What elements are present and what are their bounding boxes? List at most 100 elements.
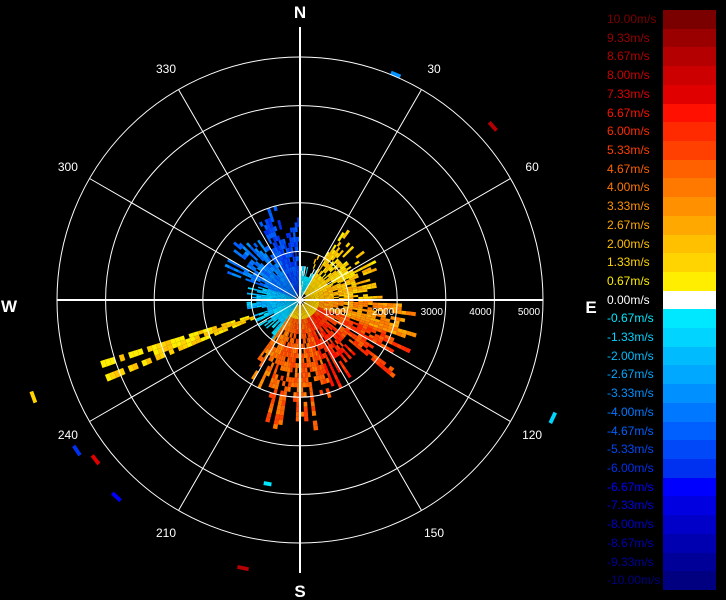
radar-gate	[90, 454, 101, 466]
radar-gate	[401, 310, 407, 315]
radar-gate	[362, 304, 368, 308]
colorbar-swatch	[663, 533, 716, 554]
colorbar-swatch	[663, 440, 716, 460]
radar-gate	[377, 295, 383, 299]
radar-gate	[405, 311, 412, 316]
radar-gate	[226, 270, 233, 276]
radar-gate	[273, 368, 278, 374]
radar-gate	[362, 294, 368, 297]
polar-grid: 1000 2000 3000 4000 5000	[56, 27, 544, 573]
colorbar-label: 6.67m/s	[607, 105, 650, 120]
colorbar-swatch	[663, 122, 716, 142]
radar-gate	[353, 294, 359, 298]
colorbar-swatch	[663, 253, 716, 273]
radar-gate	[294, 246, 297, 252]
colorbar-label: -8.00m/s	[607, 517, 654, 532]
azimuth-spoke	[178, 89, 301, 301]
colorbar-swatch	[663, 28, 716, 48]
radar-gate	[290, 382, 295, 388]
colorbar-label: 1.33m/s	[607, 255, 650, 270]
colorbar-swatch	[663, 215, 716, 235]
colorbar-swatch	[663, 197, 716, 217]
radar-gate	[294, 367, 298, 373]
radar-gate	[305, 382, 310, 388]
radar-gate	[372, 295, 378, 299]
compass-south: S	[294, 582, 305, 600]
colorbar-label: 5.33m/s	[607, 142, 650, 157]
radar-gate	[273, 418, 279, 425]
radar-gate	[303, 343, 306, 349]
colorbar-label: 2.67m/s	[607, 217, 650, 232]
radar-gate	[371, 267, 378, 273]
radar-gate	[291, 377, 295, 383]
radar-gate	[302, 363, 305, 368]
colorbar-label: -6.67m/s	[607, 479, 654, 494]
radar-gate	[237, 270, 244, 275]
radar-gate	[396, 303, 402, 308]
azimuth-label: 210	[156, 526, 176, 540]
colorbar-label: -1.33m/s	[607, 330, 654, 345]
colorbar-swatch	[663, 552, 716, 572]
colorbar-label: -9.33m/s	[607, 554, 654, 569]
radar-gate	[110, 491, 122, 503]
radar-gate	[224, 263, 231, 269]
colorbar-swatch	[663, 384, 716, 404]
radar-gate	[278, 414, 284, 421]
radar-gate	[283, 386, 288, 392]
radar-gate	[548, 411, 558, 425]
radar-gate	[346, 266, 352, 271]
radar-gate	[325, 356, 330, 363]
colorbar-swatch	[663, 346, 716, 366]
radar-gate	[365, 278, 371, 283]
colorbar-label: 2.00m/s	[607, 236, 650, 251]
radar-gate	[303, 411, 309, 417]
colorbar-swatch	[663, 477, 716, 497]
radar-gate	[301, 353, 305, 359]
radar-gate	[29, 390, 38, 404]
radar-gate	[292, 396, 297, 402]
radar-gate	[313, 258, 317, 264]
radar-gate	[311, 405, 316, 412]
radar-gate	[354, 260, 360, 266]
radar-gate	[251, 293, 257, 296]
colorbar-swatch	[663, 103, 716, 123]
radar-gate	[270, 362, 275, 368]
radar-gate	[372, 302, 378, 306]
radar-gate	[294, 251, 297, 257]
radar-gate	[287, 381, 292, 388]
colorbar-swatch	[663, 421, 716, 441]
colorbar-label: -2.00m/s	[607, 348, 654, 363]
radar-gate	[367, 296, 373, 299]
radar-echoes	[29, 70, 558, 572]
colorbar-label: 9.33m/s	[607, 30, 650, 45]
range-ring-label: 1000	[323, 307, 346, 318]
radar-gate	[267, 407, 273, 414]
radar-gate	[303, 406, 308, 412]
radar-gate	[72, 444, 82, 457]
radar-gate	[295, 363, 298, 368]
azimuth-label: 150	[424, 526, 444, 540]
colorbar-label: -6.00m/s	[607, 461, 654, 476]
radar-gate	[233, 268, 239, 273]
compass-east: E	[585, 298, 596, 317]
colorbar-swatch	[663, 309, 716, 329]
radar-gate	[251, 296, 257, 299]
radar-gate	[302, 358, 305, 364]
radar-gate	[304, 367, 308, 373]
radar-gate	[387, 303, 393, 307]
radar-gate	[293, 382, 298, 388]
colorbar-label: -0.67m/s	[607, 311, 654, 326]
radar-gate	[292, 227, 296, 233]
colorbar-label: -4.67m/s	[607, 423, 654, 438]
radar-gate	[304, 416, 309, 422]
radar-gate	[358, 302, 364, 305]
radar-gate	[295, 353, 299, 359]
radar-gate	[332, 244, 337, 250]
colorbar-label: 4.00m/s	[607, 180, 650, 195]
radar-gate	[355, 281, 362, 285]
colorbar-label: 8.00m/s	[607, 68, 650, 83]
radar-gate	[279, 410, 285, 416]
radar-gate	[245, 278, 251, 282]
colorbar-label: 8.67m/s	[607, 49, 650, 64]
radar-gate	[327, 361, 332, 367]
